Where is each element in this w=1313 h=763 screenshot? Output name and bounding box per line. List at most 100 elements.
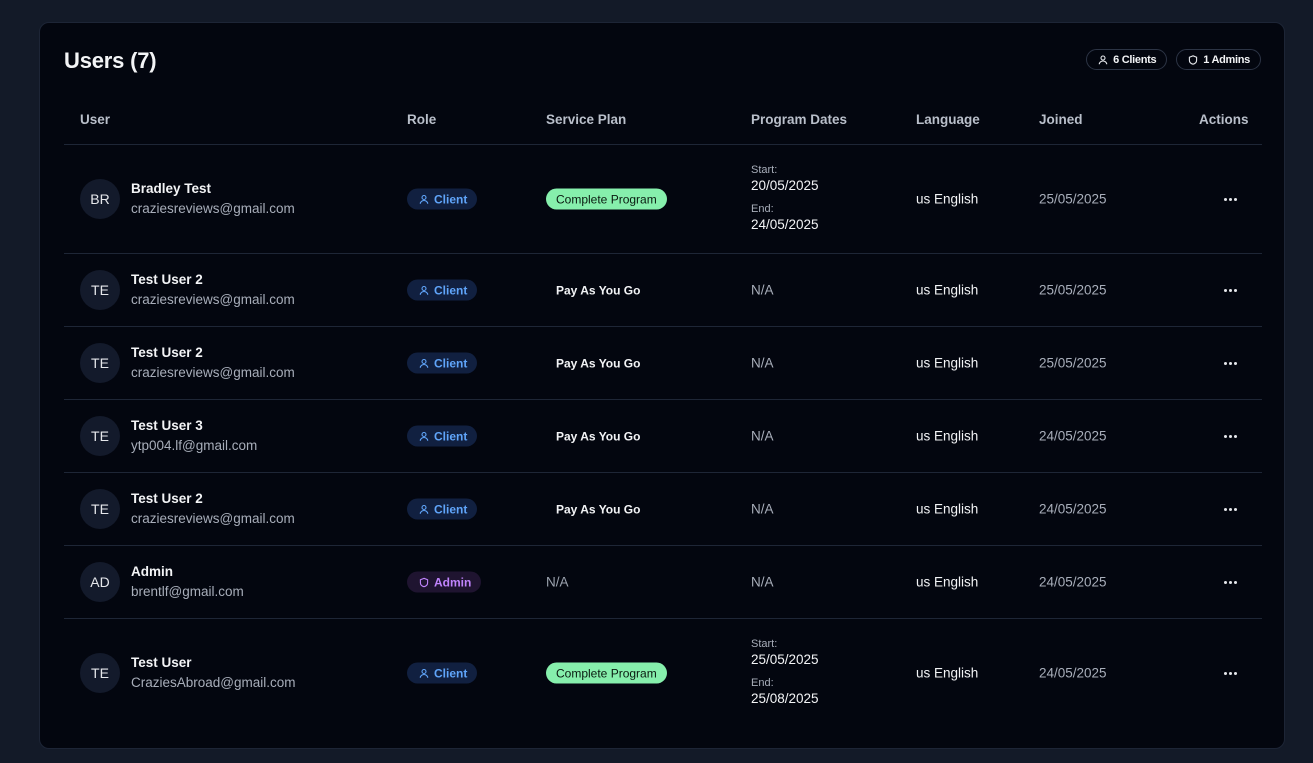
role-badge: Client — [407, 662, 478, 684]
table-row[interactable]: AD Admin brentlf@gmail.com Admin N/A N/A… — [64, 546, 1262, 619]
user-icon — [419, 358, 429, 368]
service-plan: N/A — [546, 574, 569, 590]
start-label: Start: — [751, 164, 778, 176]
table-row[interactable]: TE Test User 2 craziesreviews@gmail.com … — [64, 327, 1262, 400]
joined-date: 25/05/2025 — [1039, 191, 1107, 207]
summary-pills: 6 Clients 1 Admins — [1086, 49, 1261, 70]
language: us English — [916, 428, 979, 444]
user-icon — [419, 668, 429, 678]
user-info: Bradley Test craziesreviews@gmail.com — [131, 179, 295, 219]
table-header: User Role Service Plan Program Dates Lan… — [64, 101, 1262, 145]
program-dates: N/A — [751, 282, 774, 298]
language: us English — [916, 355, 979, 371]
role-badge: Client — [407, 279, 478, 301]
table-row[interactable]: TE Test User 2 craziesreviews@gmail.com … — [64, 473, 1262, 546]
program-dates: N/A — [751, 355, 774, 371]
user-info: Test User CraziesAbroad@gmail.com — [131, 653, 296, 693]
user-name: Test User 2 — [131, 491, 203, 506]
joined-date: 25/05/2025 — [1039, 355, 1107, 371]
language: us English — [916, 574, 979, 590]
end-label: End: — [751, 203, 774, 215]
more-horizontal-icon[interactable] — [1219, 283, 1241, 297]
service-plan-badge: Pay As You Go — [556, 502, 641, 516]
more-horizontal-icon[interactable] — [1219, 502, 1241, 516]
column-header-program-dates[interactable]: Program Dates — [751, 112, 847, 127]
table-row[interactable]: TE Test User 2 craziesreviews@gmail.com … — [64, 254, 1262, 327]
user-name: Bradley Test — [131, 181, 212, 196]
more-horizontal-icon[interactable] — [1219, 666, 1241, 680]
avatar: TE — [80, 653, 120, 693]
column-header-joined[interactable]: Joined — [1039, 112, 1083, 127]
avatar: BR — [80, 179, 120, 219]
role-label: Client — [434, 192, 468, 206]
role-badge: Admin — [407, 571, 482, 593]
column-header-role[interactable]: Role — [407, 112, 436, 127]
shield-icon — [419, 577, 429, 587]
user-email: craziesreviews@gmail.com — [131, 365, 295, 380]
user-icon — [1098, 54, 1108, 64]
joined-date: 24/05/2025 — [1039, 428, 1107, 444]
role-label: Admin — [434, 575, 472, 589]
role-label: Client — [434, 283, 468, 297]
table-row[interactable]: TE Test User CraziesAbroad@gmail.com Cli… — [64, 619, 1262, 727]
service-plan-badge: Pay As You Go — [556, 429, 641, 443]
user-icon — [419, 504, 429, 514]
column-header-language[interactable]: Language — [916, 112, 980, 127]
more-horizontal-icon[interactable] — [1219, 575, 1241, 589]
end-date: 25/08/2025 — [751, 691, 819, 706]
joined-date: 24/05/2025 — [1039, 574, 1107, 590]
users-card: Users (7) 6 Clients 1 Admins User Role S… — [39, 22, 1285, 749]
role-label: Client — [434, 429, 468, 443]
service-plan-badge: Pay As You Go — [556, 356, 641, 370]
avatar: TE — [80, 270, 120, 310]
user-name: Test User 2 — [131, 345, 203, 360]
user-info: Test User 2 craziesreviews@gmail.com — [131, 489, 295, 529]
user-email: craziesreviews@gmail.com — [131, 201, 295, 216]
start-label: Start: — [751, 638, 778, 650]
column-header-actions: Actions — [1199, 112, 1249, 127]
admins-count: 1 Admins — [1203, 53, 1250, 66]
program-dates: N/A — [751, 501, 774, 517]
column-header-service-plan[interactable]: Service Plan — [546, 112, 626, 127]
program-dates: Start: 25/05/2025 End: 25/08/2025 — [751, 638, 819, 708]
user-icon — [419, 431, 429, 441]
language: us English — [916, 665, 979, 681]
user-name: Test User 3 — [131, 418, 203, 433]
language: us English — [916, 282, 979, 298]
role-badge: Client — [407, 352, 478, 374]
joined-date: 25/05/2025 — [1039, 282, 1107, 298]
user-icon — [419, 285, 429, 295]
user-info: Test User 2 craziesreviews@gmail.com — [131, 270, 295, 310]
admins-count-pill: 1 Admins — [1176, 49, 1261, 70]
service-plan-badge: Pay As You Go — [556, 283, 641, 297]
user-info: Test User 3 ytp004.lf@gmail.com — [131, 416, 257, 456]
column-header-user[interactable]: User — [80, 112, 110, 127]
user-email: ytp004.lf@gmail.com — [131, 438, 258, 453]
user-icon — [419, 194, 429, 204]
shield-icon — [1189, 54, 1198, 65]
program-dates: Start: 20/05/2025 End: 24/05/2025 — [751, 164, 819, 234]
user-email: CraziesAbroad@gmail.com — [131, 675, 296, 690]
more-horizontal-icon[interactable] — [1219, 192, 1241, 206]
table-row[interactable]: BR Bradley Test craziesreviews@gmail.com… — [64, 145, 1262, 254]
table-row[interactable]: TE Test User 3 ytp004.lf@gmail.com Clien… — [64, 400, 1262, 473]
user-info: Test User 2 craziesreviews@gmail.com — [131, 343, 295, 383]
more-horizontal-icon[interactable] — [1219, 356, 1241, 370]
role-label: Client — [434, 502, 468, 516]
user-name: Test User — [131, 655, 192, 670]
more-horizontal-icon[interactable] — [1219, 429, 1241, 443]
service-plan-badge: Complete Program — [546, 188, 667, 210]
user-email: craziesreviews@gmail.com — [131, 292, 295, 307]
user-name: Test User 2 — [131, 272, 203, 287]
end-label: End: — [751, 677, 774, 689]
avatar: TE — [80, 416, 120, 456]
role-badge: Client — [407, 188, 478, 210]
clients-count: 6 Clients — [1113, 53, 1157, 66]
language: us English — [916, 191, 979, 207]
service-plan-badge: Complete Program — [546, 662, 667, 684]
role-label: Client — [434, 356, 468, 370]
start-date: 25/05/2025 — [751, 652, 819, 667]
user-info: Admin brentlf@gmail.com — [131, 562, 244, 602]
avatar: TE — [80, 489, 120, 529]
program-dates: N/A — [751, 574, 774, 590]
